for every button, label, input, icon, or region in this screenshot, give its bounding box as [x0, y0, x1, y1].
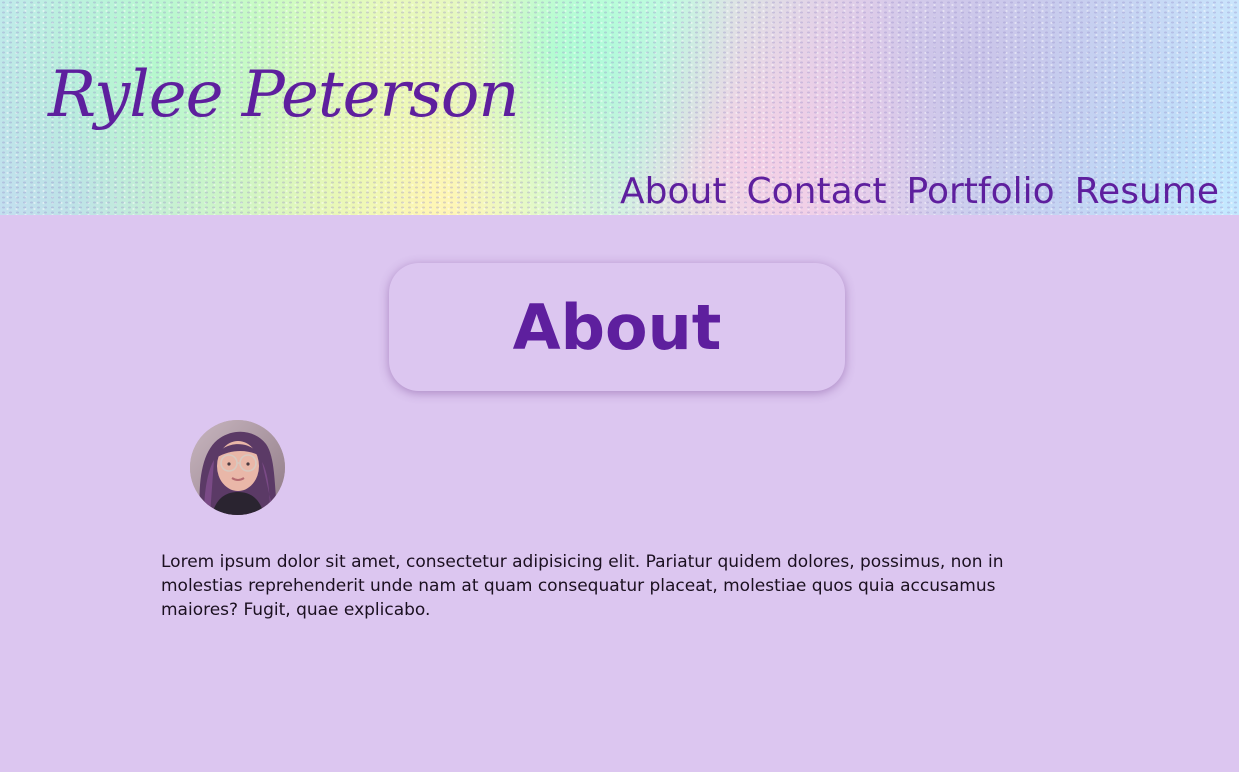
- page-title: About: [512, 290, 722, 364]
- site-title[interactable]: Rylee Peterson: [48, 58, 520, 132]
- site-header: Rylee Peterson About Contact Portfolio R…: [0, 0, 1239, 215]
- nav-link-portfolio[interactable]: Portfolio: [907, 168, 1055, 215]
- nav-link-about[interactable]: About: [620, 168, 726, 215]
- bio-paragraph: Lorem ipsum dolor sit amet, consectetur …: [161, 552, 1004, 620]
- nav-link-resume[interactable]: Resume: [1075, 168, 1219, 215]
- profile-photo-icon: [190, 420, 285, 515]
- page-heading-card: About: [389, 263, 845, 391]
- main-nav: About Contact Portfolio Resume: [620, 168, 1219, 215]
- avatar: [190, 420, 285, 515]
- nav-link-contact[interactable]: Contact: [746, 168, 886, 215]
